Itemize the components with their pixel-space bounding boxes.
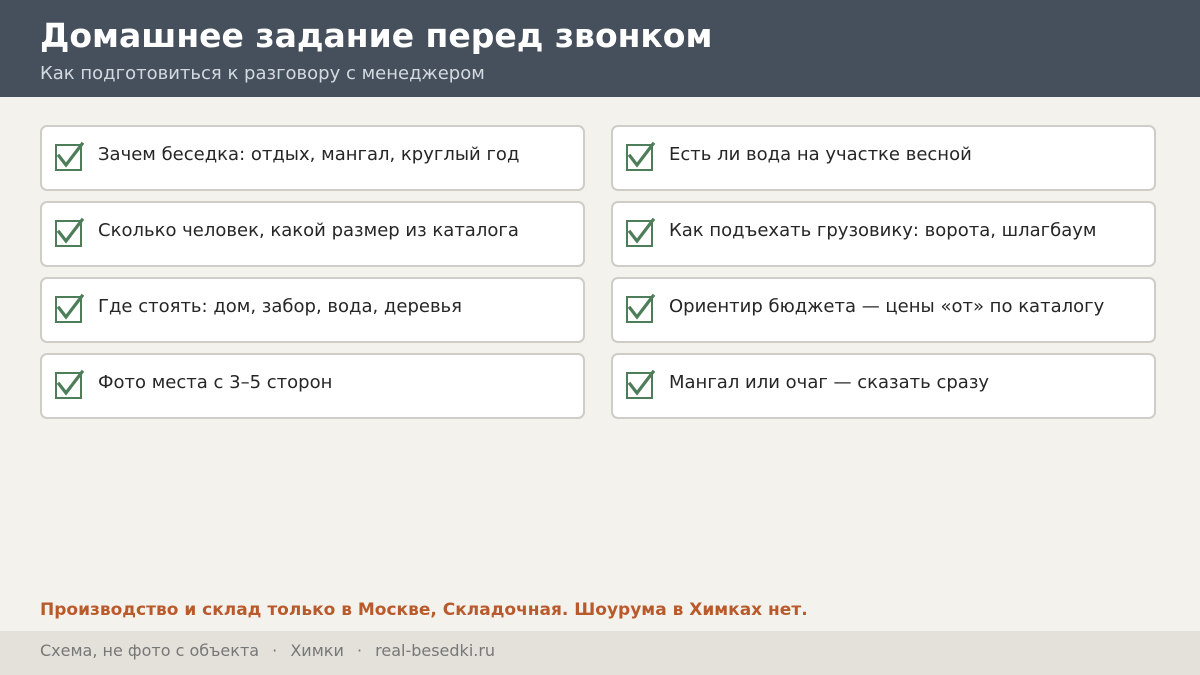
checklist-item-text: Есть ли вода на участке весной — [669, 144, 972, 165]
checklist-item-text: Сколько человек, какой размер из каталог… — [98, 220, 519, 241]
checkbox-checked-icon[interactable] — [626, 141, 656, 171]
checklist-item: Сколько человек, какой размер из каталог… — [40, 201, 585, 267]
checklist-item: Есть ли вода на участке весной — [611, 125, 1156, 191]
footer-separator: · — [272, 641, 278, 660]
page-title: Домашнее задание перед звонком — [40, 16, 713, 55]
checklist-item-text: Ориентир бюджета — цены «от» по каталогу — [669, 296, 1105, 317]
footer-note: Схема, не фото с объекта — [40, 641, 260, 660]
checklist-item: Ориентир бюджета — цены «от» по каталогу — [611, 277, 1156, 343]
checklist-item: Мангал или очаг — сказать сразу — [611, 353, 1156, 419]
footer-caption: Схема, не фото с объекта · Химки · real-… — [40, 640, 495, 662]
footer-bar: Схема, не фото с объекта · Химки · real-… — [0, 631, 1200, 675]
checkbox-checked-icon[interactable] — [55, 293, 85, 323]
checklist-grid: Зачем беседка: отдых, мангал, круглый го… — [40, 125, 1156, 419]
checklist-item: Зачем беседка: отдых, мангал, круглый го… — [40, 125, 585, 191]
checklist-item-text: Как подъехать грузовику: ворота, шлагбау… — [669, 220, 1097, 241]
checkbox-checked-icon[interactable] — [626, 217, 656, 247]
checklist-item: Как подъехать грузовику: ворота, шлагбау… — [611, 201, 1156, 267]
checkbox-checked-icon[interactable] — [626, 369, 656, 399]
checklist-item-text: Где стоять: дом, забор, вода, деревья — [98, 296, 462, 317]
checklist-item: Фото места с 3–5 сторон — [40, 353, 585, 419]
checkbox-checked-icon[interactable] — [55, 217, 85, 247]
header-banner: Домашнее задание перед звонком Как подго… — [0, 0, 1200, 97]
checklist-item-text: Мангал или очаг — сказать сразу — [669, 372, 990, 393]
checkbox-checked-icon[interactable] — [55, 141, 85, 171]
checkbox-checked-icon[interactable] — [626, 293, 656, 323]
checklist-item-text: Фото места с 3–5 сторон — [98, 372, 333, 393]
checklist-item-text: Зачем беседка: отдых, мангал, круглый го… — [98, 144, 520, 165]
page-subtitle: Как подготовиться к разговору с менеджер… — [40, 63, 485, 84]
checklist-item: Где стоять: дом, забор, вода, деревья — [40, 277, 585, 343]
footer-city: Химки — [290, 641, 344, 660]
warning-notice: Производство и склад только в Москве, Ск… — [40, 600, 808, 620]
footer-separator: · — [356, 641, 363, 660]
checkbox-checked-icon[interactable] — [55, 369, 85, 399]
footer-site-link[interactable]: real-besedki.ru — [375, 641, 495, 660]
